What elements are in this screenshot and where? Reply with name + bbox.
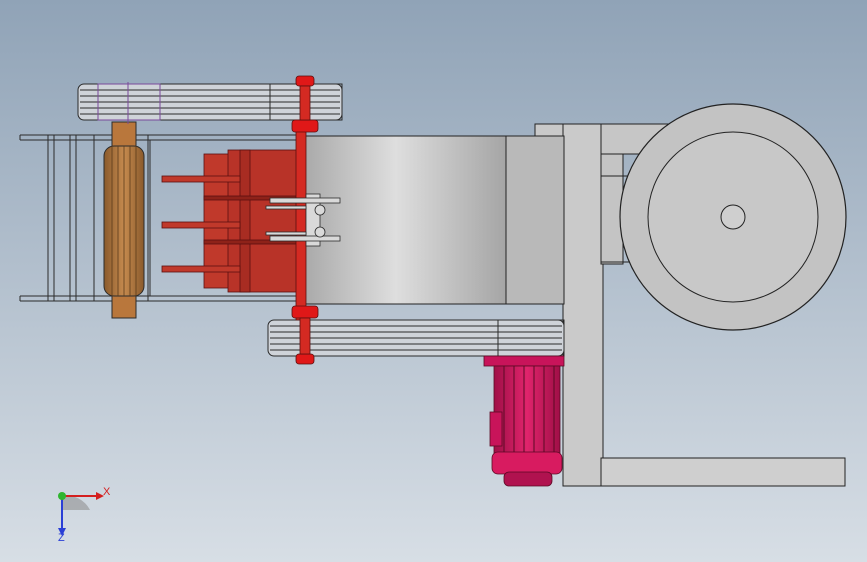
- triad-y-axis-dot: [58, 492, 66, 500]
- bottom-belt-drive[interactable]: [267, 319, 565, 357]
- flywheel[interactable]: [619, 103, 847, 331]
- triad-z-label: Z: [58, 532, 65, 544]
- cad-model-view[interactable]: [0, 0, 867, 562]
- crusher-housing[interactable]: [303, 135, 565, 305]
- feed-roller[interactable]: [103, 121, 145, 319]
- electric-motor[interactable]: [483, 355, 565, 487]
- cad-viewport[interactable]: X Z: [0, 0, 867, 562]
- triad-x-label: X: [103, 486, 111, 498]
